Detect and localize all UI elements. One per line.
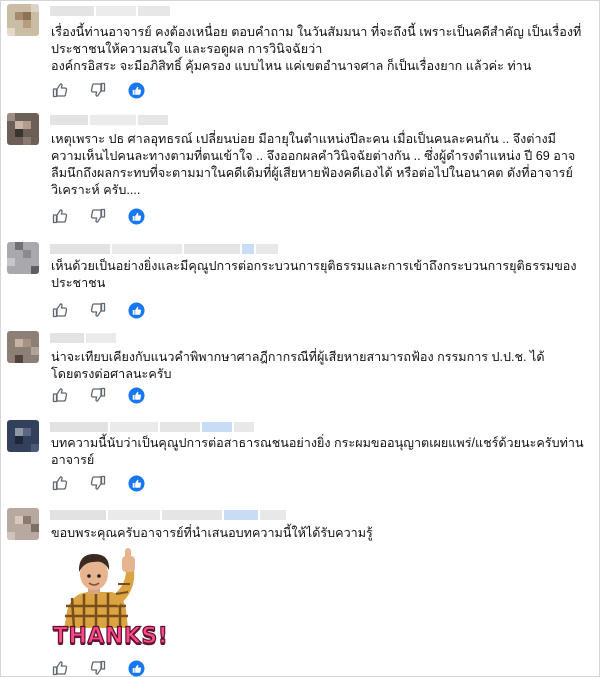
thumbs-down-icon <box>90 302 106 317</box>
dislike-button[interactable] <box>89 81 107 99</box>
comment-text: น่าจะเทียบเคียงกับแนวคำพิพากษาศาลฎีกากรณ… <box>51 350 545 381</box>
author-name-blurred[interactable] <box>50 6 170 16</box>
thumbs-up-icon <box>52 388 68 403</box>
like-button[interactable] <box>51 207 69 225</box>
blue-like-badge-icon <box>127 386 145 404</box>
comment-text: บทความนี้นับว่าเป็นคุณูปการต่อสาธารณชนอย… <box>51 436 584 467</box>
comment-actions <box>51 81 145 99</box>
dislike-button[interactable] <box>89 386 107 404</box>
comment-actions <box>51 474 145 492</box>
thumbs-up-icon <box>52 303 68 318</box>
avatar[interactable] <box>7 113 39 145</box>
dislike-button[interactable] <box>89 659 107 677</box>
thanks-sticker[interactable]: THANKS! <box>52 548 169 652</box>
author-name-blurred[interactable] <box>50 422 254 432</box>
comment-actions <box>51 659 145 677</box>
comment-actions <box>51 207 145 225</box>
blue-like-badge-icon <box>127 207 145 225</box>
like-button[interactable] <box>51 659 69 677</box>
author-name-blurred[interactable] <box>50 115 168 125</box>
like-button[interactable] <box>51 386 69 404</box>
author-name-blurred[interactable] <box>50 244 278 254</box>
reaction-badge[interactable] <box>127 659 145 677</box>
thumbs-down-icon <box>90 208 106 223</box>
comment-actions <box>51 301 145 319</box>
author-name-blurred[interactable] <box>50 510 286 520</box>
dislike-button[interactable] <box>89 207 107 225</box>
avatar[interactable] <box>7 4 39 36</box>
reaction-badge[interactable] <box>127 207 145 225</box>
blue-like-badge-icon <box>127 474 145 492</box>
thumbs-up-icon <box>52 83 68 98</box>
comment-text: เรื่องนี้ท่านอาจารย์ คงต้องเหนื่อย ตอบคำ… <box>51 25 582 73</box>
thumbs-down-icon <box>90 475 106 490</box>
thumbs-down-icon <box>90 387 106 402</box>
like-button[interactable] <box>51 474 69 492</box>
avatar[interactable] <box>7 508 39 540</box>
reaction-badge[interactable] <box>127 301 145 319</box>
author-name-blurred[interactable] <box>50 333 116 343</box>
reaction-badge[interactable] <box>127 474 145 492</box>
avatar[interactable] <box>7 420 39 452</box>
like-button[interactable] <box>51 81 69 99</box>
comment-text: ขอบพระคุณครับอาจารย์ที่นำเสนอบทความนี้ให… <box>51 526 373 540</box>
like-button[interactable] <box>51 301 69 319</box>
blue-like-badge-icon <box>127 301 145 319</box>
thumbs-up-icon <box>52 476 68 491</box>
avatar[interactable] <box>7 331 39 363</box>
dislike-button[interactable] <box>89 301 107 319</box>
comment-actions <box>51 386 145 404</box>
thumbs-up-icon <box>52 661 68 676</box>
dislike-button[interactable] <box>89 474 107 492</box>
reaction-badge[interactable] <box>127 81 145 99</box>
comment-text: เหตุเพราะ ปธ ศาลอุทธรณ์ เปลี่ยนบ่อย มีอา… <box>51 132 576 197</box>
thumbs-down-icon <box>90 82 106 97</box>
reaction-badge[interactable] <box>127 386 145 404</box>
blue-like-badge-icon <box>127 81 145 99</box>
avatar[interactable] <box>7 242 39 274</box>
comment-text: เห็นด้วยเป็นอย่างยิ่งและมีคุณูปการต่อกระ… <box>51 259 577 290</box>
sticker-caption: THANKS! <box>52 623 169 649</box>
blue-like-badge-icon <box>127 659 145 677</box>
thumbs-down-icon <box>90 660 106 675</box>
thumbs-up-icon <box>52 209 68 224</box>
